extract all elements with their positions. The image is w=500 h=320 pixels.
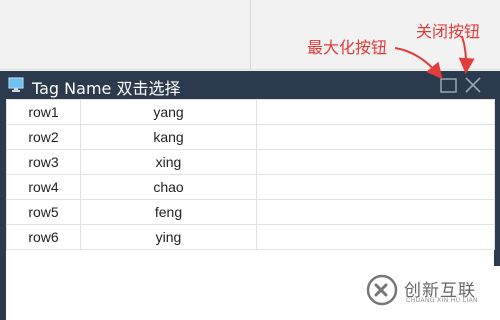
empty-cell[interactable] bbox=[256, 224, 495, 250]
empty-cell[interactable] bbox=[256, 174, 495, 200]
table-row[interactable]: row3 xing bbox=[6, 149, 495, 175]
table-row[interactable]: row1 yang bbox=[6, 99, 495, 125]
background-separator bbox=[0, 69, 500, 70]
empty-cell[interactable] bbox=[256, 149, 495, 175]
background-divider bbox=[250, 0, 251, 70]
empty-cell[interactable] bbox=[256, 124, 495, 150]
tag-name-cell[interactable]: ying bbox=[80, 224, 257, 250]
row-label-cell[interactable]: row5 bbox=[6, 199, 81, 225]
tag-name-cell[interactable]: kang bbox=[80, 124, 257, 150]
watermark-subtitle: CHUANG XIN HU LIAN bbox=[406, 298, 479, 304]
empty-cell[interactable] bbox=[256, 199, 495, 225]
row-label-cell[interactable]: row2 bbox=[6, 124, 81, 150]
row-label-cell[interactable]: row1 bbox=[6, 99, 81, 125]
tag-name-cell[interactable]: chao bbox=[80, 174, 257, 200]
close-button[interactable] bbox=[462, 74, 484, 96]
maximize-button[interactable] bbox=[438, 74, 460, 96]
brand-logo-icon bbox=[366, 274, 398, 306]
tag-name-cell[interactable]: yang bbox=[80, 99, 257, 125]
tag-table: row1 yang row2 kang row3 xing row4 chao bbox=[6, 99, 495, 250]
table-row[interactable]: row6 ying bbox=[6, 224, 495, 250]
row-label-cell[interactable]: row4 bbox=[6, 174, 81, 200]
maximize-icon bbox=[440, 78, 457, 93]
window-title: Tag Name 双击选择 bbox=[32, 79, 181, 98]
tag-name-cell[interactable]: feng bbox=[80, 199, 257, 225]
row-label-cell[interactable]: row3 bbox=[6, 149, 81, 175]
close-icon bbox=[465, 77, 481, 93]
watermark: 创新互联 CHUANG XIN HU LIAN bbox=[352, 266, 500, 320]
tag-name-cell[interactable]: xing bbox=[80, 149, 257, 175]
row-label-cell[interactable]: row6 bbox=[6, 224, 81, 250]
empty-cell[interactable] bbox=[256, 99, 495, 125]
window-titlebar[interactable]: Tag Name 双击选择 bbox=[0, 71, 500, 99]
close-annotation: 关闭按钮 bbox=[416, 22, 481, 41]
table-row[interactable]: row2 kang bbox=[6, 124, 495, 150]
table-row[interactable]: row5 feng bbox=[6, 199, 495, 225]
maximize-annotation: 最大化按钮 bbox=[307, 38, 388, 57]
table-row[interactable]: row4 chao bbox=[6, 174, 495, 200]
monitor-icon bbox=[8, 77, 24, 93]
